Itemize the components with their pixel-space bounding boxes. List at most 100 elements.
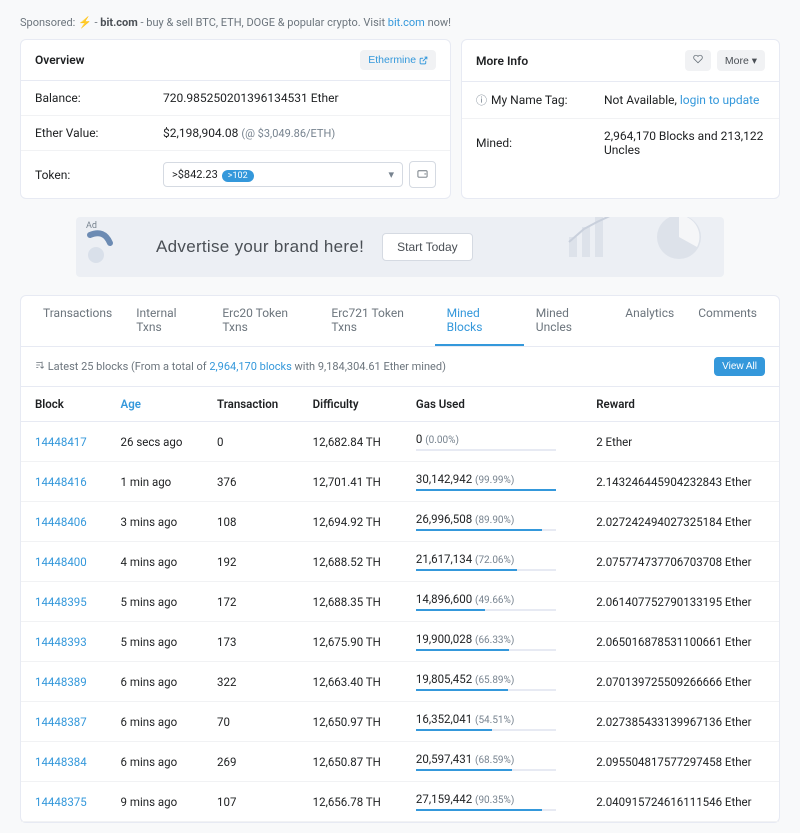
reward-cell: 2.075774737706703708 Ether xyxy=(582,542,779,582)
tab-transactions[interactable]: Transactions xyxy=(31,296,124,346)
block-link[interactable]: 14448416 xyxy=(35,475,87,489)
nametag-label: ⓘMy Name Tag: xyxy=(476,92,604,108)
table-row: 144483896 mins ago32212,663.40 TH19,805,… xyxy=(21,662,779,702)
reward-cell: 2 Ether xyxy=(582,422,779,462)
reward-cell: 2.027385433139967136 Ether xyxy=(582,702,779,742)
col-reward[interactable]: Reward xyxy=(582,387,779,422)
difficulty-cell: 12,688.52 TH xyxy=(299,542,402,582)
overview-card: Overview Ethermine Balance: 720.98525020… xyxy=(20,39,451,199)
sponsored-bar: Sponsored: ⚡ - bit.com - buy & sell BTC,… xyxy=(20,10,780,39)
table-row: 144484004 mins ago19212,688.52 TH21,617,… xyxy=(21,542,779,582)
nametag-value: Not Available, login to update xyxy=(604,93,765,107)
ethervalue-label: Ether Value: xyxy=(35,126,163,140)
txn-cell: 192 xyxy=(203,542,299,582)
table-row: 144484161 min ago37612,701.41 TH30,142,9… xyxy=(21,462,779,502)
view-all-button[interactable]: View All xyxy=(714,357,765,376)
txn-cell: 172 xyxy=(203,582,299,622)
ad-banner[interactable]: Ad Advertise your brand here! Start Toda… xyxy=(76,217,724,277)
difficulty-cell: 12,650.97 TH xyxy=(299,702,402,742)
age-cell: 6 mins ago xyxy=(107,662,203,702)
txn-cell: 108 xyxy=(203,502,299,542)
gas-cell: 30,142,942 (99.99%) xyxy=(416,472,568,491)
table-row: 14448406 3 mins ago10812,694.92 TH 26,996,… xyxy=(21,502,779,542)
col-age[interactable]: Age xyxy=(107,387,203,422)
block-link[interactable]: 14448395 xyxy=(35,595,87,609)
block-link[interactable]: 14448384 xyxy=(35,755,87,769)
reward-cell: 2.040915724616111546 Ether xyxy=(582,782,779,822)
age-cell: 3 mins ago xyxy=(107,502,203,542)
token-label: Token: xyxy=(35,168,163,182)
gas-cell: 20,597,431 (68.59%) xyxy=(416,752,568,771)
age-cell: 6 mins ago xyxy=(107,702,203,742)
col-transaction[interactable]: Transaction xyxy=(203,387,299,422)
total-blocks-link[interactable]: 2,964,170 blocks xyxy=(209,360,291,373)
token-dropdown[interactable]: >$842.23>102 ▾ xyxy=(163,162,403,187)
gas-cell: 0 (0.00%) xyxy=(416,432,568,451)
age-cell: 26 secs ago xyxy=(107,422,203,462)
blocks-table: BlockAgeTransactionDifficultyGas UsedRew… xyxy=(21,386,779,822)
block-link[interactable]: 14448387 xyxy=(35,715,87,729)
gas-cell: 19,900,028 (66.33%) xyxy=(416,632,568,651)
difficulty-cell: 12,650.87 TH xyxy=(299,742,402,782)
difficulty-cell: 12,675.90 TH xyxy=(299,622,402,662)
more-button[interactable]: More ▾ xyxy=(717,50,765,71)
block-link[interactable]: 14448389 xyxy=(35,675,87,689)
ad-cta-button[interactable]: Start Today xyxy=(382,233,472,261)
ethermine-button[interactable]: Ethermine xyxy=(360,50,436,70)
table-row: 144483935 mins ago17312,675.90 TH19,900,… xyxy=(21,622,779,662)
difficulty-cell: 12,701.41 TH xyxy=(299,462,402,502)
reward-cell: 2.061407752790133195 Ether xyxy=(582,582,779,622)
gas-cell: 26,996,508 (89.90%) xyxy=(416,512,568,531)
chevron-down-icon: ▾ xyxy=(388,168,394,181)
txn-cell: 70 xyxy=(203,702,299,742)
reward-cell: 2.027242494027325184 Ether xyxy=(582,502,779,542)
block-link[interactable]: 14448400 xyxy=(35,555,87,569)
external-link-icon xyxy=(419,56,428,65)
tab-comments[interactable]: Comments xyxy=(686,296,769,346)
wallet-button[interactable] xyxy=(409,161,436,188)
difficulty-cell: 12,688.35 TH xyxy=(299,582,402,622)
tabs-card: TransactionsInternal TxnsErc20 Token Txn… xyxy=(20,295,780,823)
block-link[interactable]: 14448393 xyxy=(35,635,87,649)
gas-cell: 14,896,600 (49.66%) xyxy=(416,592,568,611)
balance-label: Balance: xyxy=(35,91,163,105)
difficulty-cell: 12,682.84 TH xyxy=(299,422,402,462)
ad-title: Advertise your brand here! xyxy=(156,237,364,257)
age-cell: 5 mins ago xyxy=(107,622,203,662)
tab-internal-txns[interactable]: Internal Txns xyxy=(124,296,210,346)
age-cell: 9 mins ago xyxy=(107,782,203,822)
block-link[interactable]: 14448375 xyxy=(35,795,87,809)
login-link[interactable]: login to update xyxy=(680,93,760,107)
tab-erc721-token-txns[interactable]: Erc721 Token Txns xyxy=(319,296,434,346)
sort-icon[interactable] xyxy=(35,360,45,370)
tab-mined-uncles[interactable]: Mined Uncles xyxy=(524,296,614,346)
col-gas-used[interactable]: Gas Used xyxy=(402,387,582,422)
col-block[interactable]: Block xyxy=(21,387,107,422)
gas-cell: 21,617,134 (72.06%) xyxy=(416,552,568,571)
reward-cell: 2.070139725509266666 Ether xyxy=(582,662,779,702)
age-cell: 6 mins ago xyxy=(107,742,203,782)
sponsored-link[interactable]: bit.com xyxy=(388,16,425,29)
moreinfo-title: More Info xyxy=(476,54,528,68)
block-link[interactable]: 14448406 xyxy=(35,515,87,529)
difficulty-cell: 12,694.92 TH xyxy=(299,502,402,542)
tab-erc20-token-txns[interactable]: Erc20 Token Txns xyxy=(210,296,319,346)
age-cell: 5 mins ago xyxy=(107,582,203,622)
col-difficulty[interactable]: Difficulty xyxy=(299,387,402,422)
tab-mined-blocks[interactable]: Mined Blocks xyxy=(435,296,524,346)
table-row: 14448395 5 mins ago17212,688.35 TH 14,896,… xyxy=(21,582,779,622)
help-icon[interactable]: ⓘ xyxy=(476,94,487,107)
tab-analytics[interactable]: Analytics xyxy=(613,296,686,346)
reward-cell: 2.065016878531100661 Ether xyxy=(582,622,779,662)
favorite-button[interactable] xyxy=(685,50,711,71)
block-link[interactable]: 14448417 xyxy=(35,435,87,449)
reward-cell: 2.143246445904232843 Ether xyxy=(582,462,779,502)
chevron-down-icon: ▾ xyxy=(752,55,757,67)
gas-cell: 19,805,452 (65.89%) xyxy=(416,672,568,691)
table-row: 14448387 6 mins ago7012,650.97 TH 16,352,0… xyxy=(21,702,779,742)
gas-cell: 27,159,442 (90.35%) xyxy=(416,792,568,811)
bolt-icon: ⚡ xyxy=(78,16,92,29)
heart-icon xyxy=(693,54,703,64)
txn-cell: 322 xyxy=(203,662,299,702)
gas-cell: 16,352,041 (54.51%) xyxy=(416,712,568,731)
